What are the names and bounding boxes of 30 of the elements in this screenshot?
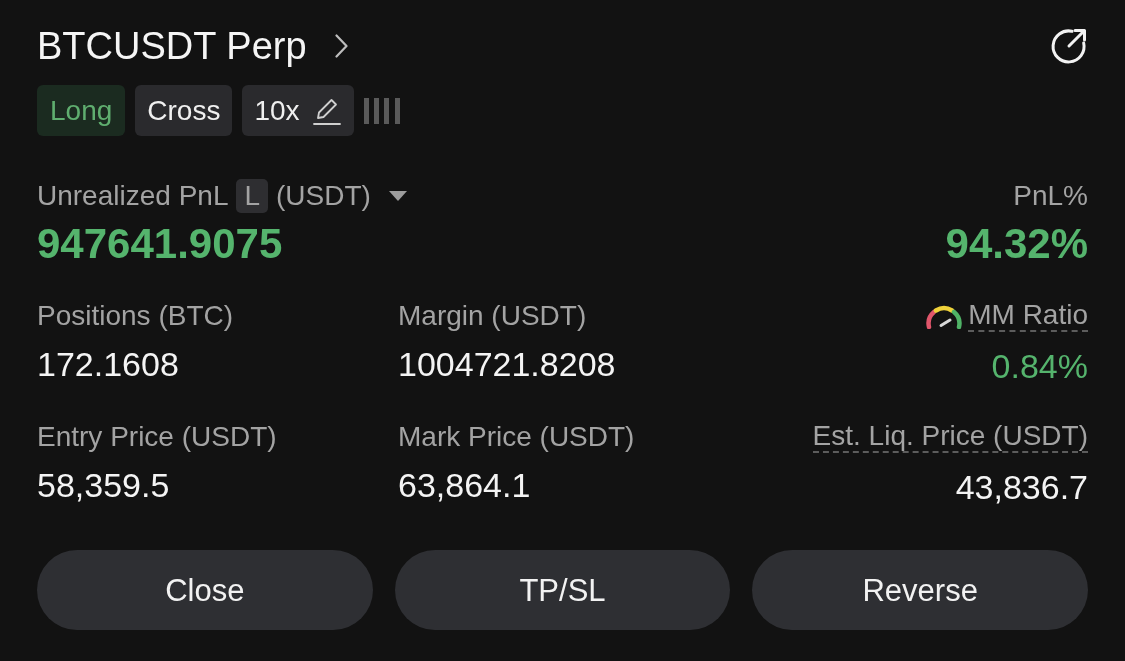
leverage-tag[interactable]: 10x [242, 85, 354, 136]
share-icon[interactable] [1050, 27, 1088, 65]
position-side-tag: Long [37, 85, 126, 136]
chevron-right-icon [334, 34, 348, 58]
action-button[interactable]: TP/SL [394, 550, 731, 630]
stat-value: 172.1608 [37, 344, 179, 385]
stat-label: MM Ratio [968, 300, 1088, 332]
stat-value: 43,836.7 [955, 467, 1088, 508]
stat-label: Est. Liq. Price (USDT) [812, 421, 1088, 453]
action-button[interactable]: Close [37, 550, 373, 630]
gauge-icon [926, 303, 963, 329]
market-title-link[interactable]: BTCUSDT Perp [37, 27, 348, 65]
stat-label: Margin (USDT) [398, 299, 587, 333]
stat-value: 58,359.5 [37, 465, 170, 506]
pnl-percent-value: 94.32% [945, 223, 1088, 265]
action-button[interactable]: Reverse [752, 550, 1088, 630]
pnl-label: Unrealized PnL [37, 179, 229, 213]
pnl-unit-label: (USDT) [276, 179, 371, 213]
vertical-bars-icon [363, 97, 400, 124]
stat-value: 63,864.1 [398, 465, 531, 506]
margin-mode-tag[interactable]: Cross [135, 85, 233, 136]
stat-label: Entry Price (USDT) [37, 420, 277, 454]
stat-value: 1004721.8208 [398, 344, 616, 385]
stat-value: 0.84% [991, 346, 1088, 387]
caret-down-icon[interactable] [388, 191, 407, 201]
pnl-percent-label: PnL% [1013, 179, 1088, 213]
stat-label: Positions (BTC) [37, 299, 234, 333]
pnl-type-badge: L [236, 179, 269, 213]
pnl-value: 947641.9075 [37, 223, 283, 265]
stat-label: Mark Price (USDT) [398, 420, 635, 454]
